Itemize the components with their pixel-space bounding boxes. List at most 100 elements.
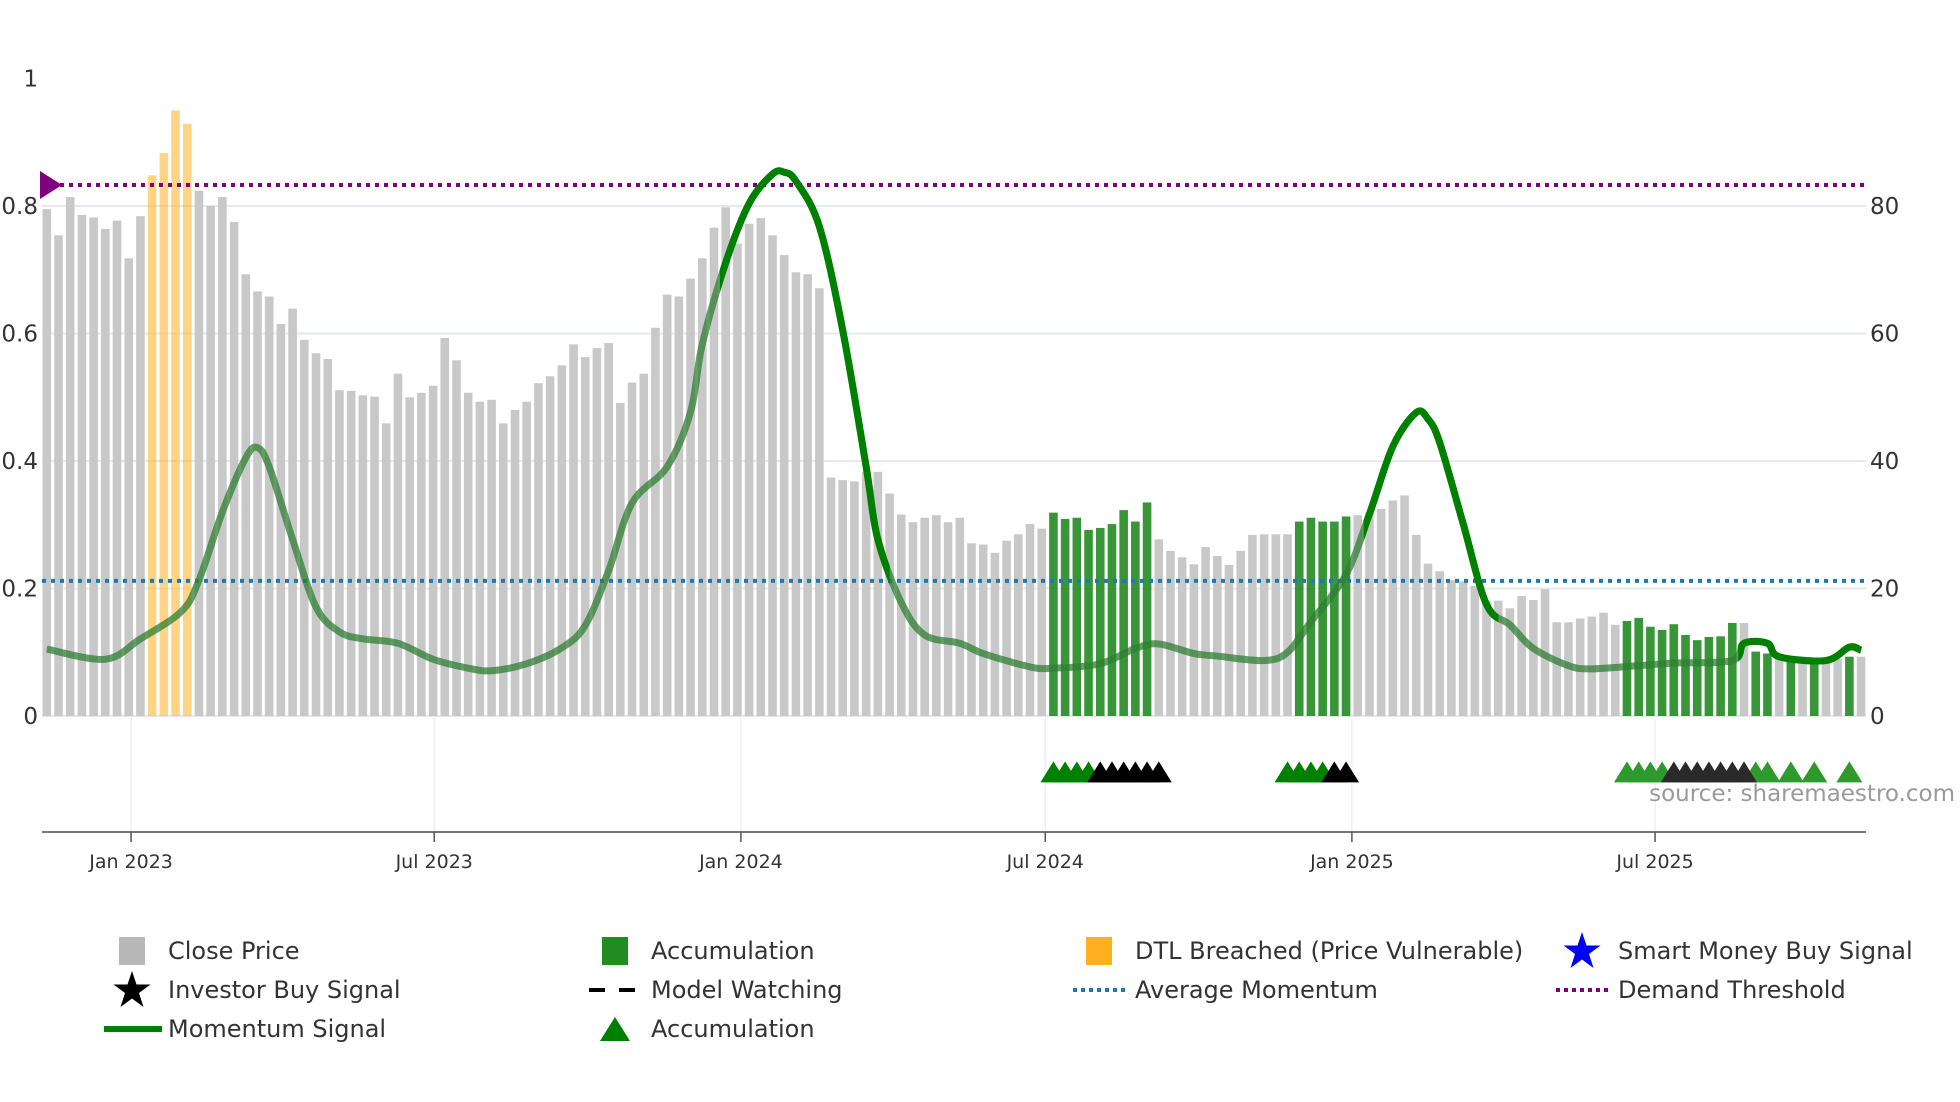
legend-model-watching[interactable]: Model Watching [583, 972, 843, 1008]
legend-label: Momentum Signal [168, 1015, 387, 1043]
close-price-bar [534, 383, 543, 716]
close-price-bar [253, 291, 262, 716]
accumulation-triangle [1836, 761, 1863, 783]
close-price-bar [1248, 534, 1257, 716]
close-price-bar [955, 517, 965, 716]
left-axis-tick-label: 0.6 [1, 322, 38, 348]
chart: Jan 2023 Jul 2023 Jan 2024 Jul 2024 Jan 2025… [1, 67, 1955, 874]
close-price-bar [1821, 660, 1831, 716]
close-price-bar [1470, 585, 1480, 716]
left-axis-tick-label: 0.2 [1, 577, 38, 603]
legend-investor-buy[interactable]: Investor Buy Signal [100, 971, 401, 1008]
close-price-bar [779, 255, 789, 716]
close-price-bar [1411, 534, 1421, 716]
left-axis-tick-label: 0.4 [1, 449, 38, 475]
close-price-bar [101, 228, 110, 716]
legend-close-price[interactable]: Close Price [100, 933, 300, 969]
gray-square-icon [100, 933, 164, 969]
close-price-bar [1482, 601, 1491, 716]
accumulation-bar [1716, 636, 1725, 716]
close-price-bar [815, 288, 824, 716]
close-price-bar [1739, 622, 1749, 716]
accumulation-bar [1763, 653, 1772, 716]
blue-dotted-line-icon [1067, 972, 1131, 1008]
green-line-icon [100, 1011, 164, 1047]
close-price-bar [1552, 622, 1562, 716]
close-price-bar [358, 395, 368, 716]
close-price-bar [1458, 581, 1468, 716]
accumulation-bar [1341, 516, 1351, 716]
close-price-bar [978, 544, 988, 716]
close-price-bar [300, 339, 309, 716]
accumulation-bar [1786, 660, 1796, 716]
accumulation-bar [1657, 629, 1667, 716]
legend-label: Average Momentum [1135, 976, 1378, 1004]
close-price-bar [1435, 571, 1444, 716]
legend-accumulation-bar[interactable]: Accumulation [583, 933, 815, 969]
close-price-bar [89, 217, 98, 716]
accumulation-bar [1646, 626, 1655, 716]
close-price-bar [826, 477, 836, 716]
accumulation-bar [1751, 651, 1761, 716]
signal-markers [1040, 761, 1863, 783]
close-price-bar [417, 392, 426, 716]
legend-accumulation-triangle[interactable]: Accumulation [583, 1011, 815, 1047]
close-price-bar [1014, 534, 1023, 716]
legend-label: Investor Buy Signal [168, 976, 401, 1004]
left-axis-tick-label: 1 [23, 67, 38, 93]
left-axis-tick-label: 0.8 [1, 194, 38, 220]
accumulation-bar [1060, 519, 1070, 716]
accumulation-bar [1095, 527, 1105, 716]
legend: Close Price Accumulation DTL Breached (P… [0, 925, 1960, 1045]
legend-average-momentum[interactable]: Average Momentum [1067, 972, 1378, 1008]
close-price-bars [42, 110, 1866, 717]
legend-label: Close Price [168, 937, 300, 965]
close-price-bar [288, 308, 297, 716]
close-price-bar [1833, 658, 1842, 716]
close-price-bar [393, 373, 403, 716]
legend-label: Model Watching [651, 976, 843, 1004]
close-price-bar [206, 206, 215, 716]
accumulation-bar [1084, 529, 1093, 716]
accumulation-bar [1107, 524, 1117, 716]
close-price-bar [1376, 508, 1386, 716]
close-price-bar [569, 344, 578, 716]
x-tick-label: Jan 2023 [88, 851, 173, 873]
purple-dotted-line-icon [1550, 972, 1614, 1008]
accumulation-bar [1692, 640, 1702, 716]
accumulation-bar [1318, 521, 1327, 716]
close-price-bar [990, 552, 1000, 716]
close-price-bar [1154, 539, 1164, 716]
close-price-bar [604, 343, 613, 716]
close-price-bar [592, 348, 602, 716]
close-price-bar [311, 353, 321, 716]
accumulation-bar [1131, 521, 1140, 716]
close-price-bar [733, 243, 742, 717]
close-price-bar [522, 401, 532, 716]
close-price-bar [1283, 534, 1292, 716]
demand-threshold-marker [40, 170, 62, 199]
close-price-bar [616, 402, 625, 716]
close-price-bar [1189, 564, 1199, 716]
accumulation-bar [1669, 624, 1679, 716]
accumulation-bar [1845, 656, 1854, 716]
legend-demand-threshold[interactable]: Demand Threshold [1550, 972, 1846, 1008]
accumulation-bar [1681, 635, 1690, 716]
x-tick-label: Jul 2023 [395, 851, 473, 873]
legend-dtl-breached[interactable]: DTL Breached (Price Vulnerable) [1067, 933, 1523, 969]
legend-momentum-signal[interactable]: Momentum Signal [100, 1011, 386, 1047]
close-price-bar [1259, 534, 1269, 716]
close-price-bar [405, 397, 414, 716]
green-square-icon [583, 933, 647, 969]
close-price-bar [545, 376, 555, 716]
accumulation-bar [1072, 517, 1082, 716]
close-price-bar [1774, 657, 1784, 716]
right-axis-tick-label: 60 [1870, 322, 1899, 348]
accumulation-bar [1728, 622, 1737, 716]
right-axis-tick-label: 0 [1870, 704, 1885, 730]
accumulation-bar [1809, 663, 1819, 716]
close-price-bar [838, 480, 848, 716]
legend-smart-money[interactable]: Smart Money Buy Signal [1550, 932, 1913, 969]
legend-label: Smart Money Buy Signal [1618, 937, 1913, 965]
close-price-bar [1599, 612, 1608, 716]
